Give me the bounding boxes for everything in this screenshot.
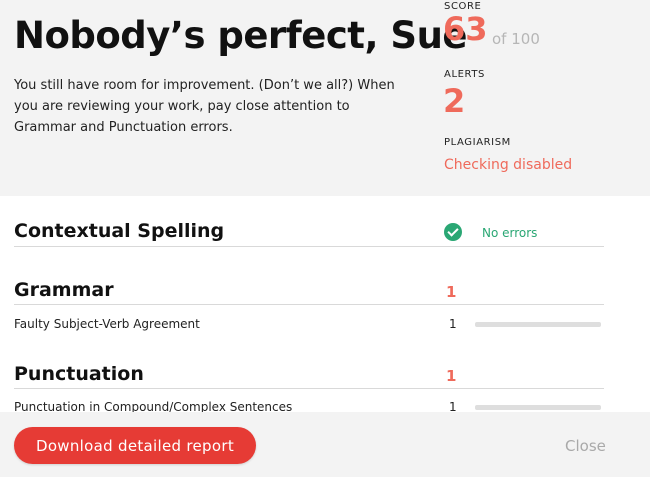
spelling-status: No errors bbox=[482, 226, 538, 240]
section-title-punctuation[interactable]: Punctuation bbox=[14, 363, 144, 385]
score-value: 63 bbox=[443, 10, 488, 48]
grammar-item-count: 1 bbox=[449, 317, 457, 331]
download-report-button[interactable]: Download detailed report bbox=[14, 427, 256, 464]
footer-bar: Download detailed report Close bbox=[0, 412, 650, 477]
grammar-count: 1 bbox=[446, 283, 457, 301]
score-suffix: of 100 bbox=[492, 30, 540, 48]
section-title-grammar[interactable]: Grammar bbox=[14, 279, 114, 301]
grammar-item-bar bbox=[475, 322, 601, 327]
alerts-label: ALERTS bbox=[444, 69, 486, 80]
summary-text: You still have room for improvement. (Do… bbox=[14, 78, 395, 135]
plagiarism-status: Checking disabled bbox=[444, 157, 573, 173]
close-button[interactable]: Close bbox=[565, 437, 606, 455]
divider bbox=[14, 388, 604, 389]
check-circle-icon bbox=[444, 223, 462, 241]
report-summary-panel: Nobody’s perfect, Sue You still have roo… bbox=[0, 0, 650, 196]
grammar-item-label[interactable]: Faulty Subject-Verb Agreement bbox=[14, 317, 200, 331]
divider bbox=[14, 304, 604, 305]
page-title: Nobody’s perfect, Sue bbox=[14, 14, 468, 57]
punctuation-item-bar bbox=[475, 405, 601, 410]
plagiarism-label: PLAGIARISM bbox=[444, 137, 511, 148]
punctuation-item-label[interactable]: Punctuation in Compound/Complex Sentence… bbox=[14, 400, 292, 412]
punctuation-item-count: 1 bbox=[449, 400, 457, 412]
alerts-value: 2 bbox=[443, 82, 466, 120]
divider bbox=[14, 246, 604, 247]
results-list[interactable]: Contextual Spelling No errors Grammar 1 … bbox=[0, 196, 650, 412]
section-title-spelling: Contextual Spelling bbox=[14, 220, 225, 242]
punctuation-count: 1 bbox=[446, 367, 457, 385]
